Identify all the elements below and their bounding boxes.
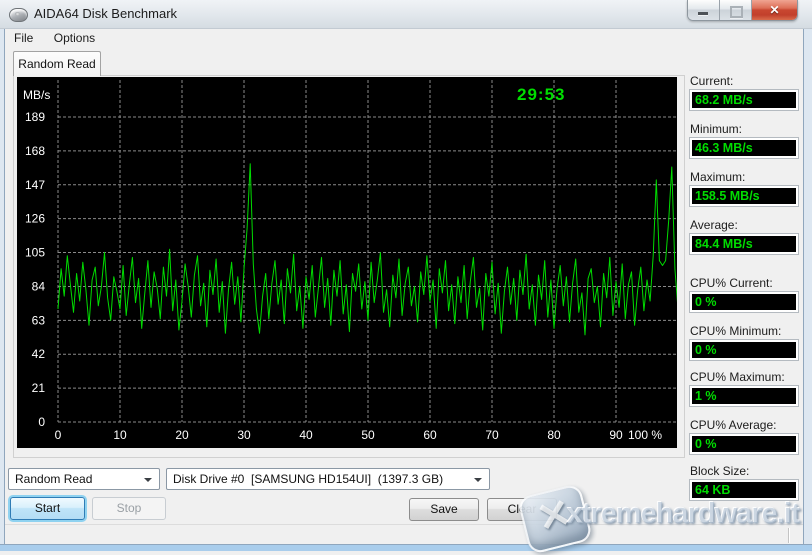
stat-cpu-average: CPU% Average: 0 % (690, 418, 798, 454)
disk-drive-select[interactable]: Disk Drive #0 [SAMSUNG HD154UI] (1397.3 … (166, 468, 490, 490)
tab-random-read[interactable]: Random Read (13, 51, 101, 76)
stat-maximum: Maximum: 158.5 MB/s (690, 170, 798, 206)
status-bar (4, 524, 803, 546)
stat-cpu-minimum: CPU% Minimum: 0 % (690, 324, 798, 360)
menu-options[interactable]: Options (46, 29, 103, 48)
svg-text:189: 189 (25, 110, 45, 124)
stat-label: Minimum: (690, 122, 798, 136)
disk-app-icon (9, 8, 28, 22)
stat-current: Current: 68.2 MB/s (690, 74, 798, 110)
stat-value: 0 % (690, 340, 798, 360)
svg-text:10: 10 (113, 428, 127, 442)
minimize-icon (698, 12, 708, 15)
close-button[interactable]: ✕ (752, 0, 797, 20)
svg-text:70: 70 (485, 428, 499, 442)
stat-label: Maximum: (690, 170, 798, 184)
tab-page: 0 10 20 30 40 50 60 70 80 90 100 % 0 21 42 63 84 105 126 1… (13, 75, 685, 458)
stat-value: 158.5 MB/s (690, 186, 798, 206)
stat-value: 0 % (690, 292, 798, 312)
window-title: AIDA64 Disk Benchmark (34, 6, 177, 21)
stat-value: 46.3 MB/s (690, 138, 798, 158)
window-border-bottom (0, 544, 812, 551)
clear-button[interactable]: Clear (487, 498, 557, 521)
stat-cpu-current: CPU% Current: 0 % (690, 276, 798, 312)
menu-file[interactable]: File (6, 29, 41, 48)
caption-buttons: ✕ (687, 0, 798, 21)
svg-text:60: 60 (423, 428, 437, 442)
svg-text:42: 42 (32, 347, 46, 361)
dropdown-arrow-icon (474, 478, 482, 486)
svg-text:MB/s: MB/s (23, 88, 50, 102)
svg-text:126: 126 (25, 212, 45, 226)
window-border-left (0, 28, 5, 551)
stat-label: CPU% Maximum: (690, 370, 798, 384)
svg-text:84: 84 (32, 279, 46, 293)
elapsed-timer: 29:53 (517, 85, 597, 105)
svg-text:100 %: 100 % (628, 428, 662, 442)
stat-block-size: Block Size: 64 KB (690, 464, 798, 500)
statusbar-separator (788, 528, 789, 543)
start-button[interactable]: Start (10, 497, 85, 520)
svg-text:168: 168 (25, 144, 45, 158)
stat-label: Current: (690, 74, 798, 88)
stat-average: Average: 84.4 MB/s (690, 218, 798, 254)
disk-drive-value: Disk Drive #0 [SAMSUNG HD154UI] (1397.3 … (173, 472, 443, 486)
benchmark-type-select[interactable]: Random Read (8, 468, 160, 490)
svg-text:50: 50 (361, 428, 375, 442)
svg-text:30: 30 (237, 428, 251, 442)
stat-value: 68.2 MB/s (690, 90, 798, 110)
stat-value: 64 KB (690, 480, 798, 500)
svg-text:20: 20 (175, 428, 189, 442)
chart-area: 0 10 20 30 40 50 60 70 80 90 100 % 0 21 42 63 84 105 126 1… (17, 77, 677, 448)
svg-text:0: 0 (38, 415, 45, 429)
menu-bar: File Options (4, 29, 803, 48)
svg-text:80: 80 (547, 428, 561, 442)
minimize-button[interactable] (688, 0, 720, 20)
svg-text:21: 21 (32, 381, 46, 395)
stat-cpu-maximum: CPU% Maximum: 1 % (690, 370, 798, 406)
svg-text:40: 40 (299, 428, 313, 442)
maximize-icon (730, 6, 743, 18)
save-button[interactable]: Save (409, 498, 479, 521)
svg-text:90: 90 (609, 428, 623, 442)
stat-label: CPU% Minimum: (690, 324, 798, 338)
benchmark-type-value: Random Read (15, 472, 92, 486)
svg-text:63: 63 (32, 313, 46, 327)
stat-label: CPU% Current: (690, 276, 798, 290)
svg-text:105: 105 (25, 246, 45, 260)
stat-label: Block Size: (690, 464, 798, 478)
benchmark-chart-svg: 0 10 20 30 40 50 60 70 80 90 100 % 0 21 42 63 84 105 126 1… (17, 77, 677, 448)
stat-value: 0 % (690, 434, 798, 454)
dropdown-arrow-icon (144, 478, 152, 486)
maximize-button[interactable] (720, 0, 752, 20)
window-border-right (803, 28, 812, 551)
stat-label: Average: (690, 218, 798, 232)
stat-value: 84.4 MB/s (690, 234, 798, 254)
close-icon: ✕ (752, 3, 797, 17)
svg-text:147: 147 (25, 178, 45, 192)
stat-value: 1 % (690, 386, 798, 406)
stat-label: CPU% Average: (690, 418, 798, 432)
stop-button[interactable]: Stop (92, 497, 166, 520)
stat-minimum: Minimum: 46.3 MB/s (690, 122, 798, 158)
svg-text:0: 0 (55, 428, 62, 442)
